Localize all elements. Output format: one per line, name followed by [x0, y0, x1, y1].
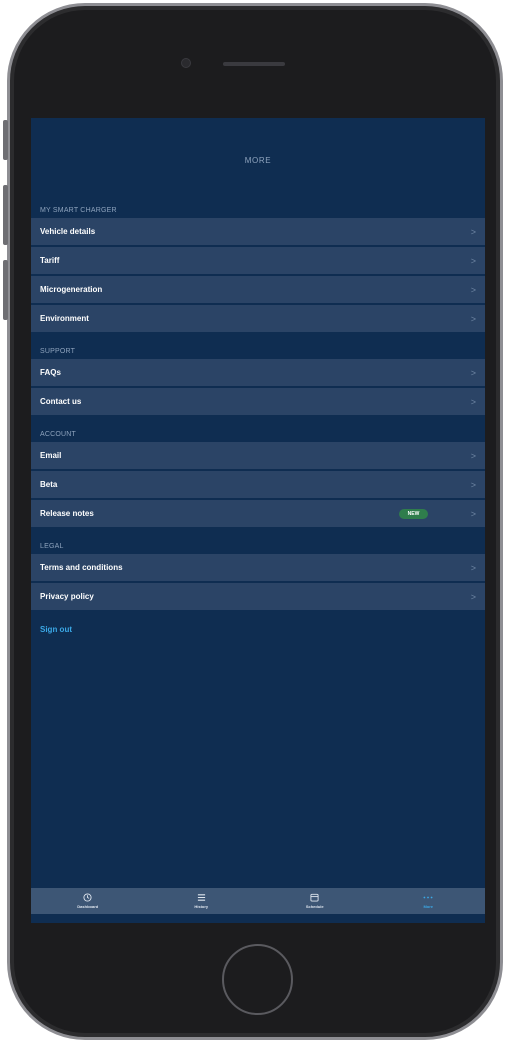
new-badge: NEW: [399, 509, 428, 519]
menu-item-beta[interactable]: Beta >: [31, 471, 485, 498]
earpiece-speaker: [223, 62, 285, 66]
tab-history[interactable]: History: [145, 888, 259, 914]
menu-item-label: FAQs: [40, 368, 61, 377]
chevron-right-icon: >: [470, 284, 476, 295]
list-icon: [197, 893, 206, 903]
menu-item-privacy-policy[interactable]: Privacy policy >: [31, 583, 485, 610]
calendar-icon: [310, 893, 319, 903]
tab-dashboard[interactable]: Dashboard: [31, 888, 145, 914]
tab-label: Dashboard: [77, 904, 99, 909]
menu-item-vehicle-details[interactable]: Vehicle details >: [31, 218, 485, 245]
menu-item-label: Vehicle details: [40, 227, 96, 236]
menu-item-tariff[interactable]: Tariff >: [31, 247, 485, 274]
menu-item-label: Email: [40, 451, 62, 460]
chevron-right-icon: >: [470, 255, 476, 266]
chevron-right-icon: >: [470, 450, 476, 461]
app-screen: MORE MY SMART CHARGER Vehicle details > …: [31, 118, 485, 923]
chevron-right-icon: >: [470, 226, 476, 237]
front-camera: [181, 58, 191, 68]
menu-item-label: Privacy policy: [40, 592, 94, 601]
menu-item-label: Environment: [40, 314, 89, 323]
section-legal: LEGAL Terms and conditions > Privacy pol…: [31, 538, 485, 610]
page-title: MORE: [244, 155, 272, 165]
tab-label: Schedule: [305, 904, 324, 909]
tab-bar: Dashboard History Schedule More: [31, 888, 485, 914]
menu-item-terms-and-conditions[interactable]: Terms and conditions >: [31, 554, 485, 581]
menu-item-microgeneration[interactable]: Microgeneration >: [31, 276, 485, 303]
menu-item-label: Terms and conditions: [40, 563, 123, 572]
menu-item-label: Beta: [40, 480, 58, 489]
home-button[interactable]: [222, 944, 293, 1015]
section-title: SUPPORT: [40, 347, 76, 355]
more-icon: [422, 893, 434, 903]
section-my-smart-charger: MY SMART CHARGER Vehicle details > Tarif…: [31, 202, 485, 332]
chevron-right-icon: >: [470, 591, 476, 602]
menu-item-label: Microgeneration: [40, 285, 103, 294]
section-title: ACCOUNT: [40, 430, 77, 438]
menu-item-email[interactable]: Email >: [31, 442, 485, 469]
menu-item-label: Tariff: [40, 256, 60, 265]
section-title: MY SMART CHARGER: [40, 206, 117, 214]
sign-out-link[interactable]: Sign out: [31, 625, 485, 634]
menu-item-label: Contact us: [40, 397, 82, 406]
menu-item-contact-us[interactable]: Contact us >: [31, 388, 485, 415]
section-support: SUPPORT FAQs > Contact us >: [31, 343, 485, 415]
chevron-right-icon: >: [470, 562, 476, 573]
tab-more[interactable]: More: [372, 888, 486, 914]
chevron-right-icon: >: [470, 396, 476, 407]
volume-down-button: [3, 260, 8, 320]
section-account: ACCOUNT Email > Beta > Release notes NEW…: [31, 426, 485, 527]
chevron-right-icon: >: [470, 479, 476, 490]
menu-item-environment[interactable]: Environment >: [31, 305, 485, 332]
tab-label: History: [194, 904, 209, 909]
silent-switch: [3, 120, 8, 160]
menu-item-faqs[interactable]: FAQs >: [31, 359, 485, 386]
clock-icon: [83, 893, 92, 903]
tab-label: More: [423, 904, 434, 909]
chevron-right-icon: >: [470, 313, 476, 324]
tab-schedule[interactable]: Schedule: [258, 888, 372, 914]
menu-item-release-notes[interactable]: Release notes NEW >: [31, 500, 485, 527]
chevron-right-icon: >: [470, 508, 476, 519]
section-title: LEGAL: [40, 542, 64, 550]
volume-up-button: [3, 185, 8, 245]
chevron-right-icon: >: [470, 367, 476, 378]
